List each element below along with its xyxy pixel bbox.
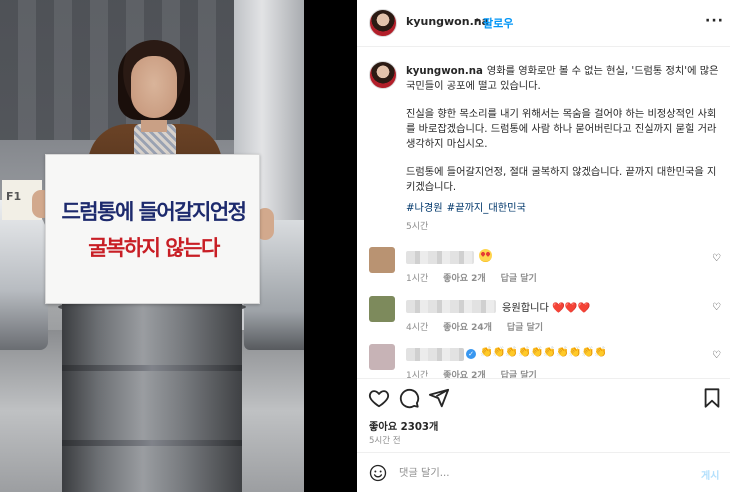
post-timestamp: 5시간 전: [369, 436, 401, 446]
comment-like-heart-icon[interactable]: ♡: [712, 253, 721, 264]
reply-button[interactable]: 답글 달기: [501, 274, 537, 284]
drum-band: [62, 440, 242, 446]
paper-plane-icon[interactable]: [428, 387, 450, 409]
post-action-bar: [357, 378, 730, 412]
comment-item: 1시간 좋아요 2개 답글 달기 ♡: [369, 247, 724, 287]
comment-input[interactable]: [399, 461, 679, 485]
floor-sign-text: F1: [6, 190, 22, 203]
add-comment-bar: 게시: [357, 452, 730, 492]
comment-likes[interactable]: 좋아요 24개: [443, 323, 492, 333]
comment-item: 응원합니다 ❤️❤️❤️ 4시간 좋아요 24개 답글 달기 ♡: [369, 296, 724, 336]
placard-line-1: 드럼통에 들어갈지언정: [61, 200, 247, 224]
post-comment-button[interactable]: 게시: [701, 467, 719, 482]
protest-placard: 드럼통에 들어갈지언정 굴복하지 않는다: [45, 154, 260, 304]
comment-like-heart-icon[interactable]: ♡: [712, 302, 721, 313]
caption-paragraph: 드럼통에 들어갈지언정, 절대 굴복하지 않겠습니다. 끝까지 대한민국을 지키…: [406, 167, 717, 193]
comment-bubble-icon[interactable]: [398, 387, 420, 409]
more-options-icon[interactable]: ···: [705, 13, 724, 29]
hashtag-link[interactable]: #끝까지_대한민국: [447, 203, 526, 214]
post-image[interactable]: F1 드럼통에 들어갈지언정 굴복하지 않는다: [0, 0, 304, 492]
comment-meta: 4시간 좋아요 24개 답글 달기: [406, 320, 555, 333]
caption-hashtags: #나경원 #끝까지_대한민국: [406, 199, 530, 214]
comment-like-heart-icon[interactable]: ♡: [712, 350, 721, 361]
placard-line-2: 굴복하지 않는다: [88, 236, 220, 260]
comment-meta: 1시간 좋아요 2개 답글 달기: [406, 271, 549, 284]
caption-author-avatar[interactable]: [369, 61, 397, 89]
comment-text: 응원합니다 ❤️❤️❤️: [502, 303, 591, 314]
post-caption: kyungwon.na 영화를 영화로만 볼 수 없는 현실, '드럼통 정치'에…: [406, 64, 721, 208]
commenter-username-blurred[interactable]: [406, 300, 496, 313]
post-header: kyungwon.na • 팔로우 ···: [357, 0, 730, 47]
comment-text: 👏👏👏👏👏👏👏👏👏👏: [480, 347, 607, 358]
like-count[interactable]: 좋아요 2303개: [369, 418, 438, 433]
follow-button[interactable]: 팔로우: [483, 15, 513, 31]
header-separator: •: [474, 14, 481, 27]
commenter-avatar[interactable]: [369, 247, 395, 273]
person-face: [131, 56, 177, 118]
parked-car-left: [0, 200, 48, 350]
heart-outline-icon[interactable]: [368, 387, 390, 409]
bookmark-icon[interactable]: [701, 387, 723, 409]
media-letterbox: [304, 0, 357, 492]
commenter-avatar[interactable]: [369, 296, 395, 322]
comment-time: 4시간: [406, 323, 429, 333]
heart-eyes-emoji-icon: [479, 249, 492, 262]
hashtag-link[interactable]: #나경원: [406, 203, 443, 214]
caption-username[interactable]: kyungwon.na: [406, 66, 483, 77]
commenter-username-blurred[interactable]: [406, 348, 464, 361]
drum-band: [62, 365, 242, 371]
post-sidebar: kyungwon.na • 팔로우 ··· kyungwon.na 영화를 영화로…: [357, 0, 730, 492]
emoji-smile-icon[interactable]: [369, 464, 387, 482]
author-avatar[interactable]: [369, 9, 397, 37]
comment-time: 1시간: [406, 274, 429, 284]
caption-timestamp: 5시간: [406, 222, 429, 232]
comment-likes[interactable]: 좋아요 2개: [443, 274, 486, 284]
oil-drum: [62, 304, 242, 492]
commenter-avatar[interactable]: [369, 344, 395, 370]
caption-paragraph: 진실을 향한 목소리를 내기 위해서는 목숨을 걸어야 하는 비정상적인 사회를…: [406, 109, 717, 150]
commenter-username-blurred[interactable]: [406, 251, 474, 264]
verified-badge-icon: ✓: [466, 349, 476, 359]
reply-button[interactable]: 답글 달기: [507, 323, 543, 333]
